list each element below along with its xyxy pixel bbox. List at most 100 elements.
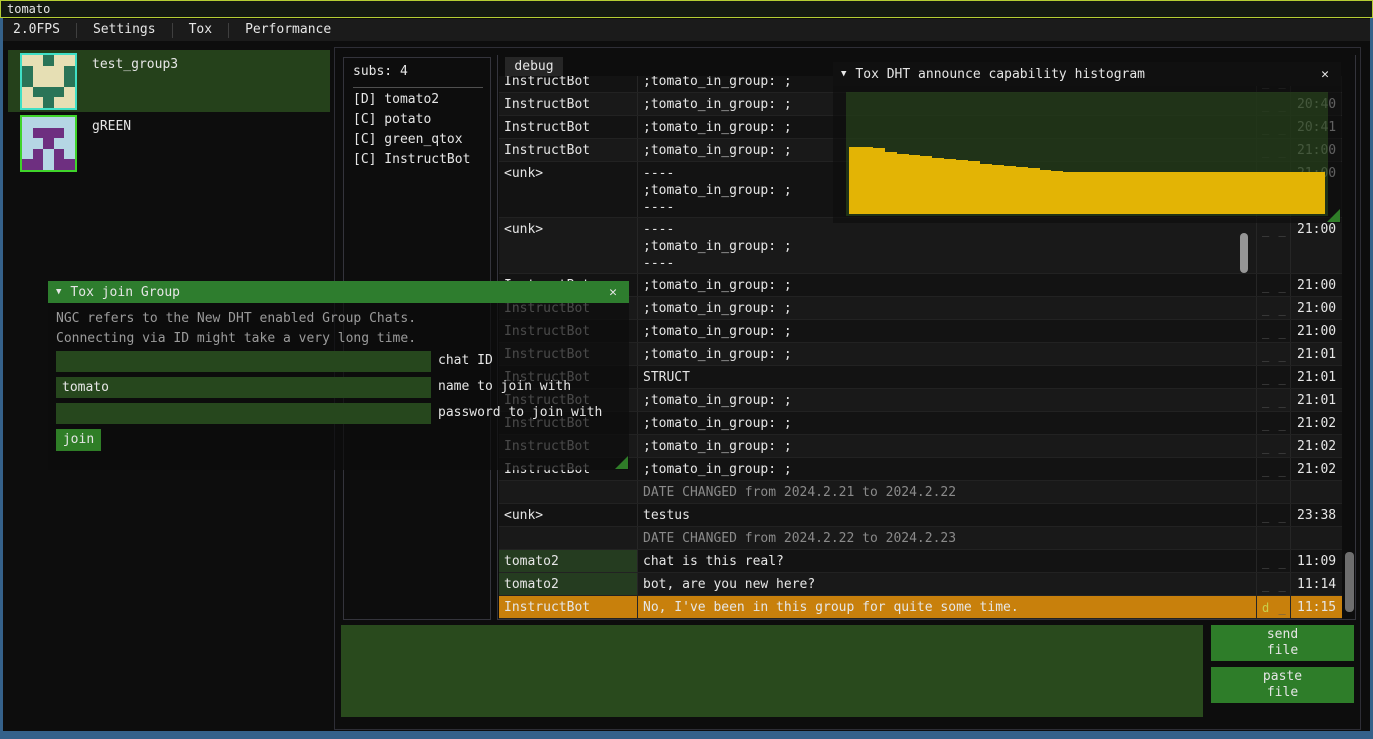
member-potato[interactable]: [C] potato — [353, 112, 431, 127]
histogram-bar — [1051, 171, 1063, 214]
histogram-bar — [909, 155, 921, 214]
window-titlebar[interactable]: tomato — [0, 0, 1373, 18]
screen: tomato 2.0FPS Settings Tox Performance t… — [0, 0, 1373, 739]
histogram-bar — [1075, 172, 1087, 214]
chat-message-row[interactable]: InstructBotNo, I've been in this group f… — [499, 596, 1342, 619]
avatar-pixel — [43, 55, 54, 66]
histogram-bar — [1063, 172, 1075, 214]
avatar-pixel — [43, 76, 54, 87]
join-name-label: name to join with — [438, 379, 571, 394]
histogram-bar — [1218, 172, 1230, 214]
histogram-bar — [861, 147, 873, 214]
avatar-pixel — [43, 159, 54, 170]
message-sender — [499, 527, 637, 549]
chat-message-row[interactable]: <unk>testus_ _23:38 — [499, 504, 1342, 527]
group-name: gREEN — [92, 119, 131, 134]
avatar-pixel — [64, 87, 75, 98]
join-button[interactable]: join — [56, 429, 101, 451]
resize-grip[interactable] — [1327, 209, 1340, 222]
paste-file-button[interactable]: paste file — [1211, 667, 1354, 703]
message-text: ;tomato_in_group: ; — [637, 435, 1256, 457]
avatar-pixel — [33, 159, 44, 170]
histogram-bar — [944, 159, 956, 214]
resize-grip[interactable] — [615, 456, 628, 469]
member-tomato2[interactable]: [D] tomato2 — [353, 92, 439, 107]
avatar-pixel — [54, 97, 65, 108]
message-time: 21:02 — [1290, 458, 1342, 480]
avatar-pixel — [54, 76, 65, 87]
avatar-pixel — [54, 128, 65, 139]
avatar-pixel — [64, 138, 75, 149]
message-time: 21:01 — [1290, 389, 1342, 411]
histogram-bar — [1159, 172, 1171, 214]
window-title: tomato — [7, 2, 50, 16]
avatar-pixel — [33, 66, 44, 77]
chat-message-row[interactable]: <unk>---- ;tomato_in_group: ; ----_ _21:… — [499, 218, 1342, 274]
delivery-flags: _ _ — [1256, 366, 1290, 388]
message-time — [1290, 527, 1342, 549]
chat-message-row[interactable]: tomato2chat is this real?_ _11:09 — [499, 550, 1342, 573]
join-password-label: password to join with — [438, 405, 602, 420]
histogram-bar — [992, 165, 1004, 214]
send-file-button[interactable]: send file — [1211, 625, 1354, 661]
join-password-input[interactable] — [56, 403, 431, 424]
avatar-pixel — [64, 128, 75, 139]
histogram-bar — [1206, 172, 1218, 214]
avatar-pixel — [33, 149, 44, 160]
menu-performance[interactable]: Performance — [229, 19, 347, 41]
delivery-flags: _ _ — [1256, 297, 1290, 319]
date-separator-row[interactable]: DATE CHANGED from 2024.2.21 to 2024.2.22 — [499, 481, 1342, 504]
close-icon[interactable]: ✕ — [605, 285, 621, 300]
message-sender: tomato2 — [499, 573, 637, 595]
histogram-bars — [849, 94, 1325, 214]
message-input[interactable] — [341, 625, 1203, 717]
collapse-icon[interactable]: ▼ — [841, 69, 846, 79]
join-name-input[interactable]: tomato — [56, 377, 431, 398]
join-group-titlebar[interactable]: ▼ Tox join Group ✕ — [48, 281, 629, 303]
delivery-flags: _ _ — [1256, 274, 1290, 296]
group-avatar — [20, 53, 77, 110]
menu-tox[interactable]: Tox — [173, 19, 228, 41]
collapse-icon[interactable]: ▼ — [56, 287, 61, 297]
tab-debug[interactable]: debug — [505, 57, 563, 76]
avatar-pixel — [64, 117, 75, 128]
histogram-bar — [1290, 172, 1302, 214]
avatar-pixel — [43, 128, 54, 139]
message-text: No, I've been in this group for quite so… — [637, 596, 1256, 618]
dht-histogram-plot — [846, 92, 1328, 216]
chat-message-row[interactable]: tomato2bot, are you new here?_ _11:14 — [499, 573, 1342, 596]
avatar-pixel — [22, 138, 33, 149]
member-green-qtox[interactable]: [C] green_qtox — [353, 132, 463, 147]
message-sender: InstructBot — [499, 116, 637, 138]
message-text: ;tomato_in_group: ; — [637, 389, 1256, 411]
chat-id-input[interactable] — [56, 351, 431, 372]
sidebar-item-green[interactable]: gREEN — [8, 112, 330, 174]
message-cell-scrollbar[interactable] — [1240, 233, 1248, 273]
histogram-bar — [1123, 172, 1135, 214]
menu-settings[interactable]: Settings — [77, 19, 172, 41]
chat-scrollbar[interactable] — [1345, 552, 1354, 612]
sidebar-item-test-group3[interactable]: test_group3 — [8, 50, 330, 112]
member-instructbot[interactable]: [C] InstructBot — [353, 152, 470, 167]
delivery-flags: d _ — [1256, 596, 1290, 618]
avatar-pixel — [22, 97, 33, 108]
dht-histogram-title: Tox DHT announce capability histogram — [855, 67, 1145, 82]
message-text: testus — [637, 504, 1256, 526]
join-group-body: NGC refers to the New DHT enabled Group … — [48, 303, 629, 470]
avatar-pixel — [64, 55, 75, 66]
date-separator-text: DATE CHANGED from 2024.2.21 to 2024.2.22 — [637, 481, 1256, 503]
menu-bar: 2.0FPS Settings Tox Performance — [3, 19, 1370, 41]
message-sender — [499, 481, 637, 503]
histogram-bar — [1313, 172, 1325, 214]
avatar-pixel — [22, 128, 33, 139]
histogram-bar — [1230, 172, 1242, 214]
dht-histogram-window: ▼ Tox DHT announce capability histogram … — [833, 62, 1341, 223]
dht-histogram-titlebar[interactable]: ▼ Tox DHT announce capability histogram … — [833, 62, 1341, 86]
date-separator-row[interactable]: DATE CHANGED from 2024.2.22 to 2024.2.23 — [499, 527, 1342, 550]
message-time: 21:01 — [1290, 343, 1342, 365]
close-icon[interactable]: ✕ — [1317, 67, 1333, 82]
date-separator-text: DATE CHANGED from 2024.2.22 to 2024.2.23 — [637, 527, 1256, 549]
histogram-bar — [980, 164, 992, 214]
histogram-bar — [1147, 172, 1159, 214]
avatar-pixel — [33, 76, 44, 87]
